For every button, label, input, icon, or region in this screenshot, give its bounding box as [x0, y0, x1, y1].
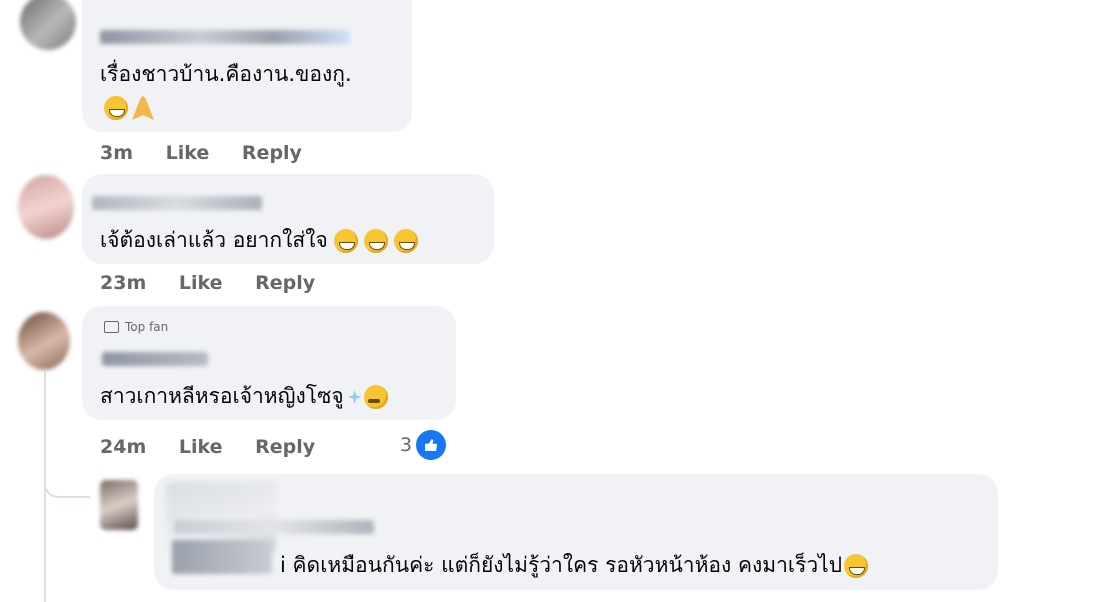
comment-timestamp[interactable]: 3m	[100, 142, 133, 164]
reply-button[interactable]: Reply	[255, 436, 315, 458]
comment-timestamp[interactable]: 23m	[100, 272, 146, 294]
commenter-name-redacted[interactable]	[92, 196, 262, 210]
top-fan-label: Top fan	[125, 320, 169, 334]
folded-hands-icon	[132, 96, 154, 120]
rolling-laughing-face-icon	[104, 96, 128, 120]
top-fan-badge: Top fan	[104, 320, 168, 334]
avatar[interactable]	[20, 0, 76, 50]
comment-actions: 23m Like Reply	[100, 272, 341, 294]
comment-actions: 3m Like Reply	[100, 142, 328, 164]
grinning-face-icon	[393, 229, 418, 253]
commenter-name-redacted[interactable]	[100, 30, 350, 44]
commenter-name-redacted[interactable]	[174, 520, 374, 534]
reaction-count: 3	[400, 434, 413, 456]
comment-emojis	[102, 96, 154, 120]
reply-text-body: i คิดเหมือนกันค่ะ แต่ก็ยังไม่รู้ว่าใคร ร…	[280, 553, 843, 577]
comment-text: เจ้ต้องเล่าแล้ว อยากใส่ใจ	[100, 224, 418, 257]
reply-thread-connector	[44, 470, 90, 498]
comment-timestamp[interactable]: 24m	[100, 436, 146, 458]
reply-button[interactable]: Reply	[255, 272, 315, 294]
thinking-face-icon	[363, 385, 388, 409]
grinning-sweat-face-icon	[844, 554, 869, 578]
avatar[interactable]	[18, 175, 74, 239]
comment-text-body: เจ้ต้องเล่าแล้ว อยากใส่ใจ	[100, 228, 328, 252]
avatar[interactable]	[18, 312, 70, 370]
like-button[interactable]: Like	[179, 436, 223, 458]
reaction-summary[interactable]: 3	[400, 430, 447, 460]
redacted-area	[172, 540, 272, 574]
reply-text: i คิดเหมือนกันค่ะ แต่ก็ยังไม่รู้ว่าใคร ร…	[280, 549, 869, 582]
like-button[interactable]: Like	[166, 142, 210, 164]
diamond-icon	[104, 320, 119, 333]
like-icon	[416, 430, 447, 460]
comment-actions: 24m Like Reply	[100, 436, 341, 458]
grinning-face-icon	[333, 229, 358, 253]
commenter-name-redacted[interactable]	[102, 352, 208, 366]
comment-text: เรื่องชาวบ้าน.คืองาน.ของกู.	[100, 62, 352, 86]
reply-button[interactable]: Reply	[242, 142, 302, 164]
comment-text: สาวเกาหลีหรอเจ้าหญิงโซจู	[100, 380, 388, 413]
like-button[interactable]: Like	[179, 272, 223, 294]
comment-text-body: สาวเกาหลีหรอเจ้าหญิงโซจู	[100, 384, 344, 408]
grinning-face-icon	[363, 229, 388, 253]
avatar[interactable]	[100, 480, 138, 530]
sparkle-icon	[347, 390, 362, 404]
